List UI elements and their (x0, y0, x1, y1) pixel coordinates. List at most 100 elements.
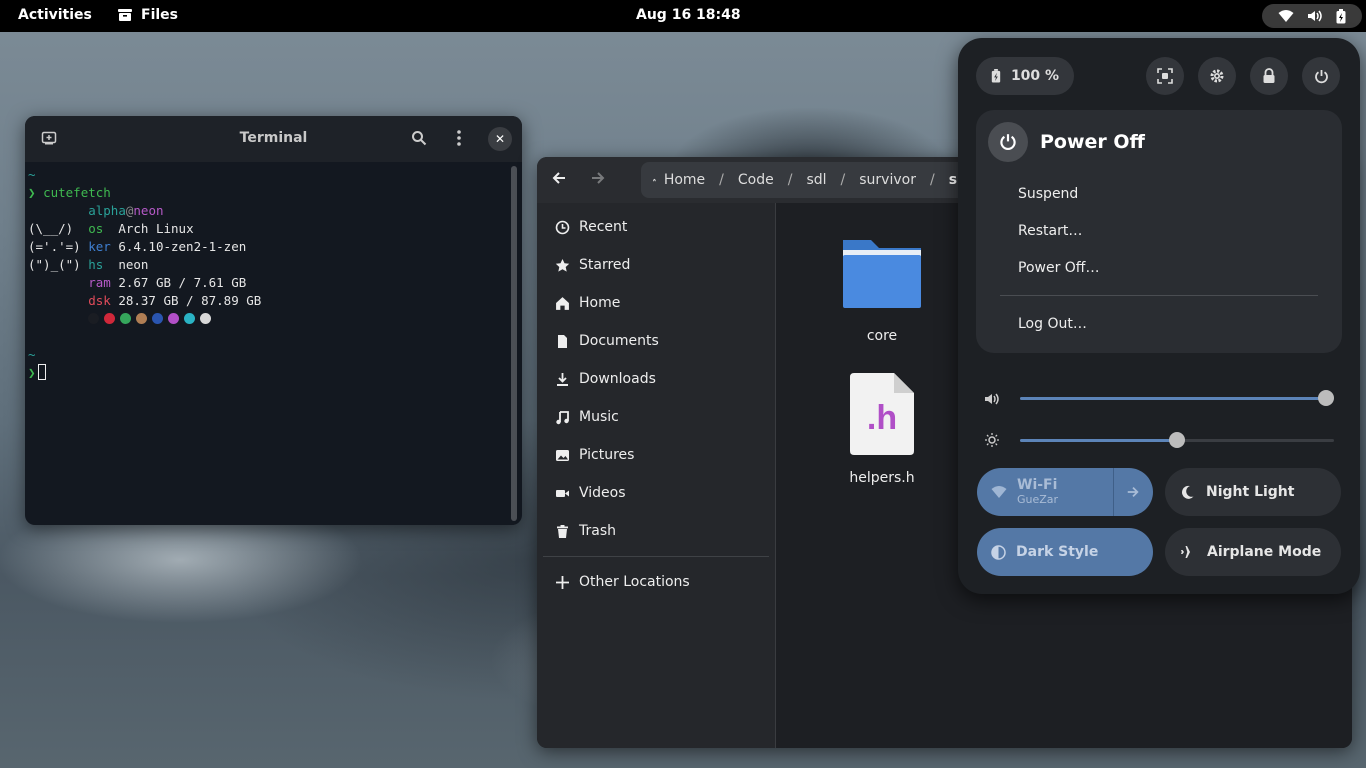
wifi-toggle[interactable]: Wi-Fi GueZar (977, 468, 1153, 516)
back-arrow-icon[interactable] (551, 170, 567, 186)
host-key: hs (88, 257, 104, 272)
screenshot-button[interactable] (1146, 57, 1184, 95)
close-icon: ✕ (494, 132, 506, 146)
power-menu-title: Power Off (1040, 131, 1145, 153)
plus-icon (556, 575, 569, 589)
prompt-dir-2: ~ (28, 347, 36, 362)
app-menu[interactable]: Files (117, 7, 178, 23)
folder-item[interactable]: core (827, 236, 937, 344)
system-status-menu[interactable] (1262, 4, 1362, 28)
sidebar-item-pictures[interactable]: Pictures (537, 436, 775, 474)
palette-swatch (104, 313, 116, 324)
clock[interactable]: Aug 16 18:48 (636, 7, 741, 23)
log-out-menu-item[interactable]: Log Out… (1018, 316, 1087, 332)
power-menu-icon-bg (988, 122, 1028, 162)
c-header-file-icon: .h (850, 373, 914, 455)
breadcrumb-home[interactable]: Home (664, 172, 705, 188)
terminal-headerbar[interactable]: Terminal ✕ (25, 116, 522, 162)
kernel-key: ker (88, 239, 111, 254)
prompt-arrow-2: ❯ (28, 365, 36, 380)
sidebar-item-downloads[interactable]: Downloads (537, 360, 775, 398)
sidebar-label: Starred (579, 257, 631, 273)
dark-style-label: Dark Style (1016, 544, 1099, 560)
ram-key: ram (88, 275, 111, 290)
sidebar-label: Home (579, 295, 621, 311)
settings-button[interactable] (1198, 57, 1236, 95)
sidebar-item-documents[interactable]: Documents (537, 322, 775, 360)
search-icon[interactable] (411, 130, 427, 146)
breadcrumb-code[interactable]: Code (738, 172, 774, 188)
airplane-mode-toggle[interactable]: Airplane Mode (1165, 528, 1341, 576)
fetch-user: alpha (88, 203, 126, 218)
trash-icon (557, 524, 568, 538)
star-icon (555, 258, 570, 272)
sidebar-label: Downloads (579, 371, 656, 387)
home-icon (556, 296, 569, 310)
volume-icon (1307, 10, 1322, 22)
fetch-host: neon (133, 203, 164, 218)
activities-button[interactable]: Activities (18, 7, 92, 23)
sidebar-label: Music (579, 409, 619, 425)
sidebar-item-home[interactable]: Home (537, 284, 775, 322)
lock-button[interactable] (1250, 57, 1288, 95)
app-menu-label: Files (141, 7, 178, 23)
terminal-scrollbar[interactable] (511, 166, 517, 521)
power-off-menu: Power Off Suspend Restart… Power Off… Lo… (976, 110, 1342, 353)
wifi-submenu-arrow-button[interactable] (1114, 468, 1152, 516)
sidebar-label: Recent (579, 219, 628, 235)
picture-icon (556, 449, 569, 461)
suspend-menu-item[interactable]: Suspend (1018, 186, 1078, 202)
volume-slider[interactable] (1020, 390, 1334, 406)
ascii-art-line-1: (\__/) (28, 221, 74, 236)
sidebar-item-music[interactable]: Music (537, 398, 775, 436)
wifi-network-name: GueZar (1017, 493, 1059, 506)
volume-slider-handle[interactable] (1318, 390, 1334, 406)
power-off-menu-item[interactable]: Power Off… (1018, 260, 1099, 276)
night-light-toggle[interactable]: Night Light (1165, 468, 1341, 516)
terminal-title: Terminal (239, 130, 308, 146)
palette-swatch (184, 313, 196, 324)
lock-icon (1263, 68, 1275, 83)
music-note-icon (556, 410, 569, 424)
power-icon (1000, 134, 1016, 151)
kernel-value: 6.4.10-zen2-1-zen (118, 239, 247, 254)
document-icon (558, 334, 567, 348)
prompt-arrow: ❯ (28, 185, 36, 200)
sidebar-label: Trash (579, 523, 616, 539)
sidebar-item-recent[interactable]: Recent (537, 208, 775, 246)
moon-icon (1182, 485, 1194, 499)
text-cursor (37, 364, 46, 380)
file-type-glyph: .h (866, 399, 898, 437)
power-button[interactable] (1302, 57, 1340, 95)
menu-icon[interactable] (455, 130, 463, 146)
files-sidebar: Recent Starred Home Documents Downloads … (537, 203, 776, 748)
restart-menu-item[interactable]: Restart… (1018, 223, 1082, 239)
battery-status-button[interactable]: 100 % (976, 57, 1074, 95)
breadcrumb-sdl[interactable]: sdl (806, 172, 826, 188)
file-item[interactable]: .h helpers.h (827, 373, 937, 486)
brightness-slider-fill (1020, 439, 1177, 442)
brightness-slider[interactable] (1020, 432, 1334, 448)
close-button[interactable]: ✕ (488, 127, 512, 151)
wifi-label: Wi-Fi (1017, 477, 1058, 493)
terminal-output[interactable]: ~ ❯ cutefetch alpha@neon (\__/) os Arch … (28, 166, 261, 382)
brightness-slider-handle[interactable] (1169, 432, 1185, 448)
sidebar-label: Other Locations (579, 574, 690, 590)
dark-style-toggle[interactable]: Dark Style (977, 528, 1153, 576)
sidebar-item-starred[interactable]: Starred (537, 246, 775, 284)
breadcrumb-survivor[interactable]: survivor (859, 172, 916, 188)
wifi-toggle-main[interactable]: Wi-Fi GueZar (977, 468, 1114, 516)
os-value: Arch Linux (118, 221, 194, 236)
palette-swatch (88, 313, 100, 324)
os-key: os (88, 221, 104, 236)
breadcrumb[interactable]: Home/ Code/ sdl/ survivor/ su (641, 162, 981, 198)
sidebar-item-other-locations[interactable]: Other Locations (537, 563, 775, 601)
home-icon (653, 178, 656, 182)
forward-arrow-icon[interactable] (590, 170, 606, 186)
terminal-window[interactable]: Terminal ✕ ~ ❯ cutefetch alpha@neon (\__… (25, 116, 522, 525)
sidebar-item-trash[interactable]: Trash (537, 512, 775, 550)
power-icon (1314, 69, 1328, 83)
sidebar-item-videos[interactable]: Videos (537, 474, 775, 512)
wifi-icon (991, 486, 1007, 498)
sidebar-label: Pictures (579, 447, 635, 463)
